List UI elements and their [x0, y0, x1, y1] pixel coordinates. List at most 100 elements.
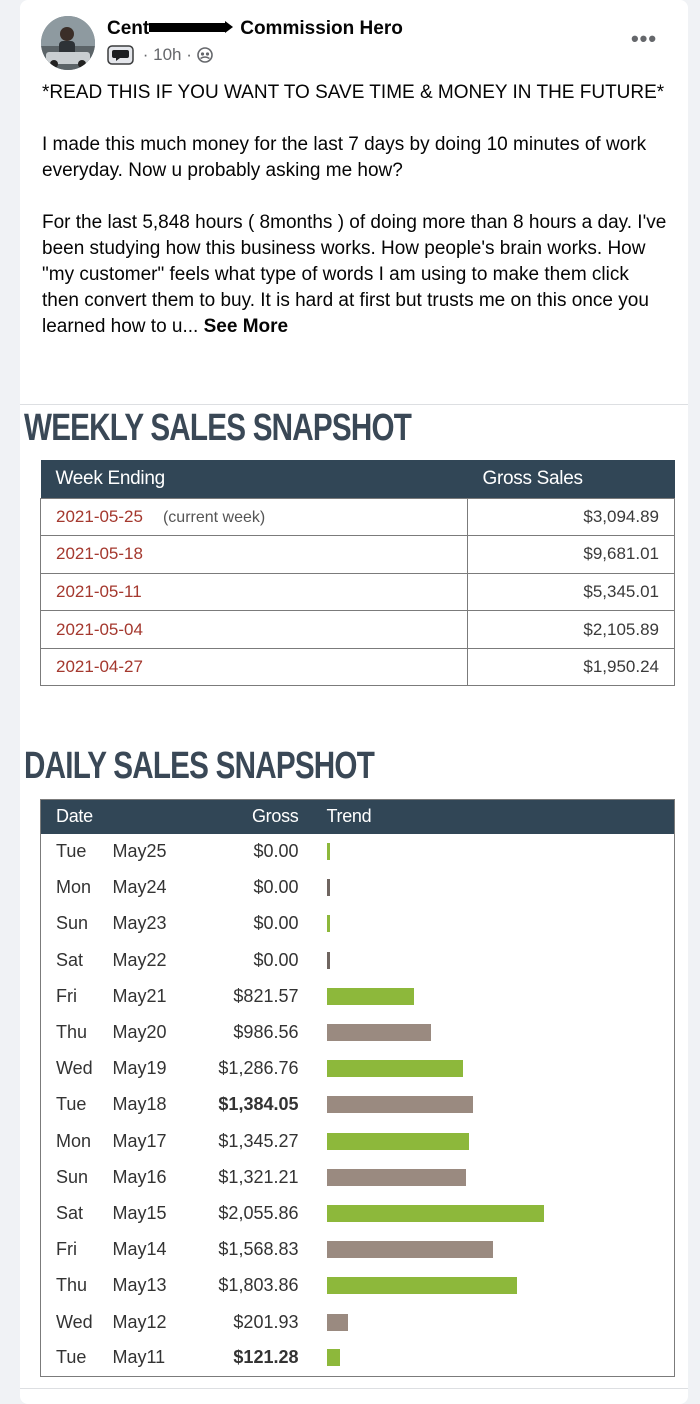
trend-bar — [326, 1204, 544, 1222]
gross-cell: $121.28 — [233, 1347, 299, 1368]
week-ending-date: 2021-05-11 — [56, 581, 142, 601]
author-avatar[interactable] — [41, 16, 95, 70]
gross-cell: $1,345.27 — [218, 1130, 299, 1151]
table-header-row: Week Ending Gross Sales — [40, 460, 675, 498]
trend-cell — [309, 1232, 675, 1268]
post-card: Cent Commission Hero · 10h · ••• *READ TH… — [20, 0, 688, 1404]
more-options-button[interactable]: ••• — [626, 26, 662, 52]
trend-bar — [326, 1024, 431, 1042]
trend-bar — [326, 1349, 340, 1367]
avatar-photo — [41, 16, 95, 70]
post-paragraph: I made this much money for the last 7 da… — [42, 134, 647, 181]
post-image[interactable]: WEEKLY SALES SNAPSHOT Week Ending Gross … — [20, 404, 688, 1388]
gross-sales-cell: $9,681.01 — [467, 535, 675, 574]
day-of-week-cell: Sat — [56, 949, 84, 970]
table-row: 2021-04-27 $1,950.24 — [40, 647, 675, 687]
date-cell: May24 — [112, 877, 167, 898]
trend-bar — [326, 1096, 473, 1114]
day-of-week-cell: Fri — [56, 985, 77, 1006]
trend-cell — [309, 1087, 675, 1123]
chat-badge-icon — [107, 45, 134, 65]
day-of-week-cell: Thu — [56, 1275, 88, 1296]
trend-bar — [326, 1168, 466, 1186]
date-cell: May20 — [112, 1022, 167, 1043]
date-cell: May22 — [112, 949, 167, 970]
trend-bar — [326, 879, 330, 897]
trend-cell — [309, 1014, 675, 1050]
table-header-row: Date Gross Trend — [40, 799, 675, 834]
week-ending-date: 2021-05-04 — [56, 619, 143, 639]
post-header-title: Cent Commission Hero — [107, 18, 403, 40]
post-time[interactable]: 10h — [153, 45, 181, 65]
date-cell: May21 — [112, 985, 167, 1006]
date-cell: May11 — [112, 1347, 166, 1368]
table-row: Tue May11 $121.28 — [41, 1340, 675, 1376]
week-ending-cell: 2021-05-25 (current week) — [40, 497, 468, 537]
trend-cell — [309, 834, 675, 870]
trend-cell — [309, 1159, 675, 1195]
table-row: Thu May20 $986.56 — [41, 1014, 675, 1050]
week-ending-cell: 2021-05-11 — [40, 572, 468, 612]
post-meta: · 10h · — [107, 44, 213, 66]
week-ending-cell: 2021-05-18 — [40, 535, 468, 574]
meta-dot: · — [138, 45, 154, 64]
gross-sales-cell: $2,105.89 — [467, 610, 675, 649]
gross-cell: $1,384.05 — [218, 1094, 299, 1115]
caret-right-icon — [225, 21, 234, 34]
author-name[interactable]: Cent — [107, 18, 149, 39]
date-cell: May16 — [112, 1166, 167, 1187]
day-of-week-cell: Tue — [56, 1094, 87, 1115]
col-header-week: Week Ending — [40, 460, 468, 498]
meta-dot: · — [181, 45, 197, 64]
trend-cell — [309, 906, 675, 942]
trend-cell — [309, 1051, 675, 1087]
gross-cell: $2,055.86 — [218, 1202, 299, 1223]
date-cell: May23 — [112, 913, 167, 934]
members-icon — [196, 47, 213, 63]
gross-cell: $1,568.83 — [218, 1239, 299, 1260]
table-row: Sat May15 $2,055.86 — [41, 1195, 675, 1231]
trend-bar — [326, 1060, 463, 1078]
day-of-week-cell: Wed — [56, 1058, 93, 1079]
group-name[interactable]: Commission Hero — [240, 18, 403, 39]
week-ending-date: 2021-05-25 — [56, 506, 143, 526]
trend-cell — [309, 1304, 675, 1340]
day-of-week-cell: Sun — [56, 913, 89, 934]
gross-cell: $1,286.76 — [218, 1058, 299, 1079]
table-row: Tue May25 $0.00 — [41, 834, 675, 870]
day-of-week-cell: Mon — [56, 1130, 92, 1151]
date-cell: May12 — [112, 1311, 167, 1332]
week-ending-date: 2021-04-27 — [56, 657, 143, 677]
see-more-link[interactable]: See More — [204, 316, 288, 337]
name-redaction — [149, 22, 226, 32]
table-row: Sat May22 $0.00 — [41, 942, 675, 978]
date-cell: May25 — [112, 841, 167, 862]
table-row: Mon May24 $0.00 — [41, 870, 675, 906]
date-cell: May14 — [112, 1239, 167, 1260]
table-row: Thu May13 $1,803.86 — [41, 1268, 675, 1304]
gross-cell: $0.00 — [253, 913, 299, 934]
gross-cell: $821.57 — [233, 985, 299, 1006]
trend-bar — [326, 951, 330, 969]
gross-cell: $0.00 — [253, 841, 299, 862]
table-row: Mon May17 $1,345.27 — [41, 1123, 675, 1159]
date-cell: May13 — [112, 1275, 167, 1296]
divider — [20, 1388, 688, 1389]
day-of-week-cell: Wed — [56, 1311, 93, 1332]
table-row: 2021-05-18 $9,681.01 — [40, 535, 675, 574]
table-row: Fri May21 $821.57 — [41, 978, 675, 1014]
trend-bar — [326, 1313, 348, 1331]
current-week-note: (current week) — [162, 508, 266, 526]
gross-cell: $201.93 — [233, 1311, 299, 1332]
date-cell: May19 — [112, 1058, 167, 1079]
table-row: Wed May19 $1,286.76 — [41, 1051, 675, 1087]
day-of-week-cell: Tue — [56, 841, 87, 862]
table-row: Wed May12 $201.93 — [41, 1304, 675, 1340]
trend-cell — [309, 1268, 675, 1304]
date-cell: May15 — [112, 1202, 167, 1223]
post-paragraph-truncated: For the last 5,848 hours ( 8months ) of … — [42, 210, 668, 340]
trend-cell — [309, 978, 675, 1014]
weekly-sales-table: Week Ending Gross Sales 2021-05-25 (curre… — [40, 460, 675, 687]
trend-cell — [309, 942, 675, 978]
table-row: 2021-05-11 $5,345.01 — [40, 572, 675, 612]
